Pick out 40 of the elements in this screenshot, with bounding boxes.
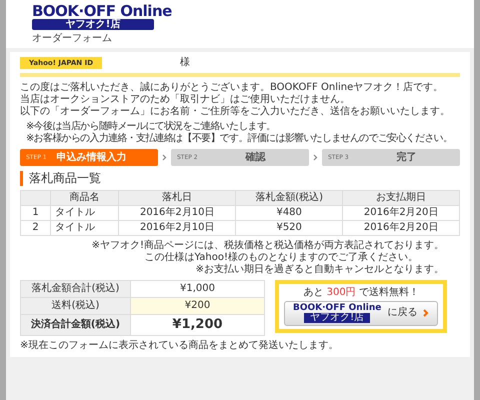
table-cell: タイトル — [50, 205, 119, 220]
table-cell: ¥480 — [236, 205, 343, 220]
logo-text: BOOK·OFF Online — [32, 4, 172, 19]
note-text: ※ヤフオク!商品ページには、税抜価格と税込価格が両方表記されております。 — [90, 240, 445, 252]
table-cell: 1 — [20, 205, 50, 220]
summary-label: 落札金額合計(税込) — [20, 280, 130, 298]
chevron-icon — [423, 309, 430, 318]
table-cell: タイトル — [50, 220, 119, 236]
summary-value: ¥1,200 — [130, 314, 264, 336]
column-header: 落札金額(税込) — [236, 190, 343, 206]
column-header: お支払期日 — [342, 190, 460, 206]
table-cell: 2016年2月10日 — [118, 205, 236, 220]
summary-value: ¥1,000 — [130, 280, 264, 298]
column-header: 商品名 — [50, 190, 119, 206]
logo[interactable]: BOOK·OFF Online ヤフオク!店 — [32, 4, 172, 30]
table-cell: ¥520 — [236, 220, 343, 236]
page-title: オーダーフォーム — [32, 33, 113, 45]
table-cell: 2016年2月10日 — [118, 220, 236, 236]
chevron-icon — [313, 154, 318, 162]
logo-subtitle: ヤフオク!店 — [32, 19, 154, 30]
summary-label: 送料(税込) — [20, 297, 130, 314]
summary-value: ¥200 — [130, 297, 264, 314]
note-text: ※お支払い期日を過ぎると自動キャンセルとなります。 — [194, 264, 445, 276]
table-cell: 2016年2月20日 — [342, 220, 460, 236]
footer-note: ※現在このフォームに表示されている商品をまとめて発送いたします。 — [20, 340, 340, 352]
note-text: この仕様はYahoo!様のものとなりますのでご了承ください。 — [144, 252, 419, 264]
honorific-text: 様 — [180, 57, 190, 70]
intro-text: 当店はオークションストアのため「取引ナビ」はご使用いただけません。 — [20, 94, 351, 106]
summary-label: 決済合計金額(税込) — [20, 314, 130, 336]
section-title: 落札商品一覧 — [20, 171, 460, 186]
intro-text: この度はご落札いただき、誠にありがとうございます。BOOKOFF Onlineヤフオク！店です。 — [20, 82, 444, 94]
note-text: ※お客様からの入力連絡・支払連絡は【不要】です。評価には影響いたしませんのでご安心ください。 — [26, 133, 454, 146]
chevron-icon — [162, 154, 167, 162]
column-header: 落札日 — [118, 190, 236, 206]
table-header — [20, 190, 50, 206]
note-text: ※今後は当店から随時メールにて状況をご連絡いたします。 — [26, 121, 276, 132]
table-cell: 2 — [20, 220, 50, 236]
free-shipping-text: あと 300円 で送料無料！ — [302, 286, 420, 299]
table-cell: 2016年2月20日 — [342, 205, 460, 220]
intro-text: 以下の「オーダーフォーム」にお名前・ご住所等をご入力いただき、送信をお願いいたします。 — [20, 106, 451, 118]
